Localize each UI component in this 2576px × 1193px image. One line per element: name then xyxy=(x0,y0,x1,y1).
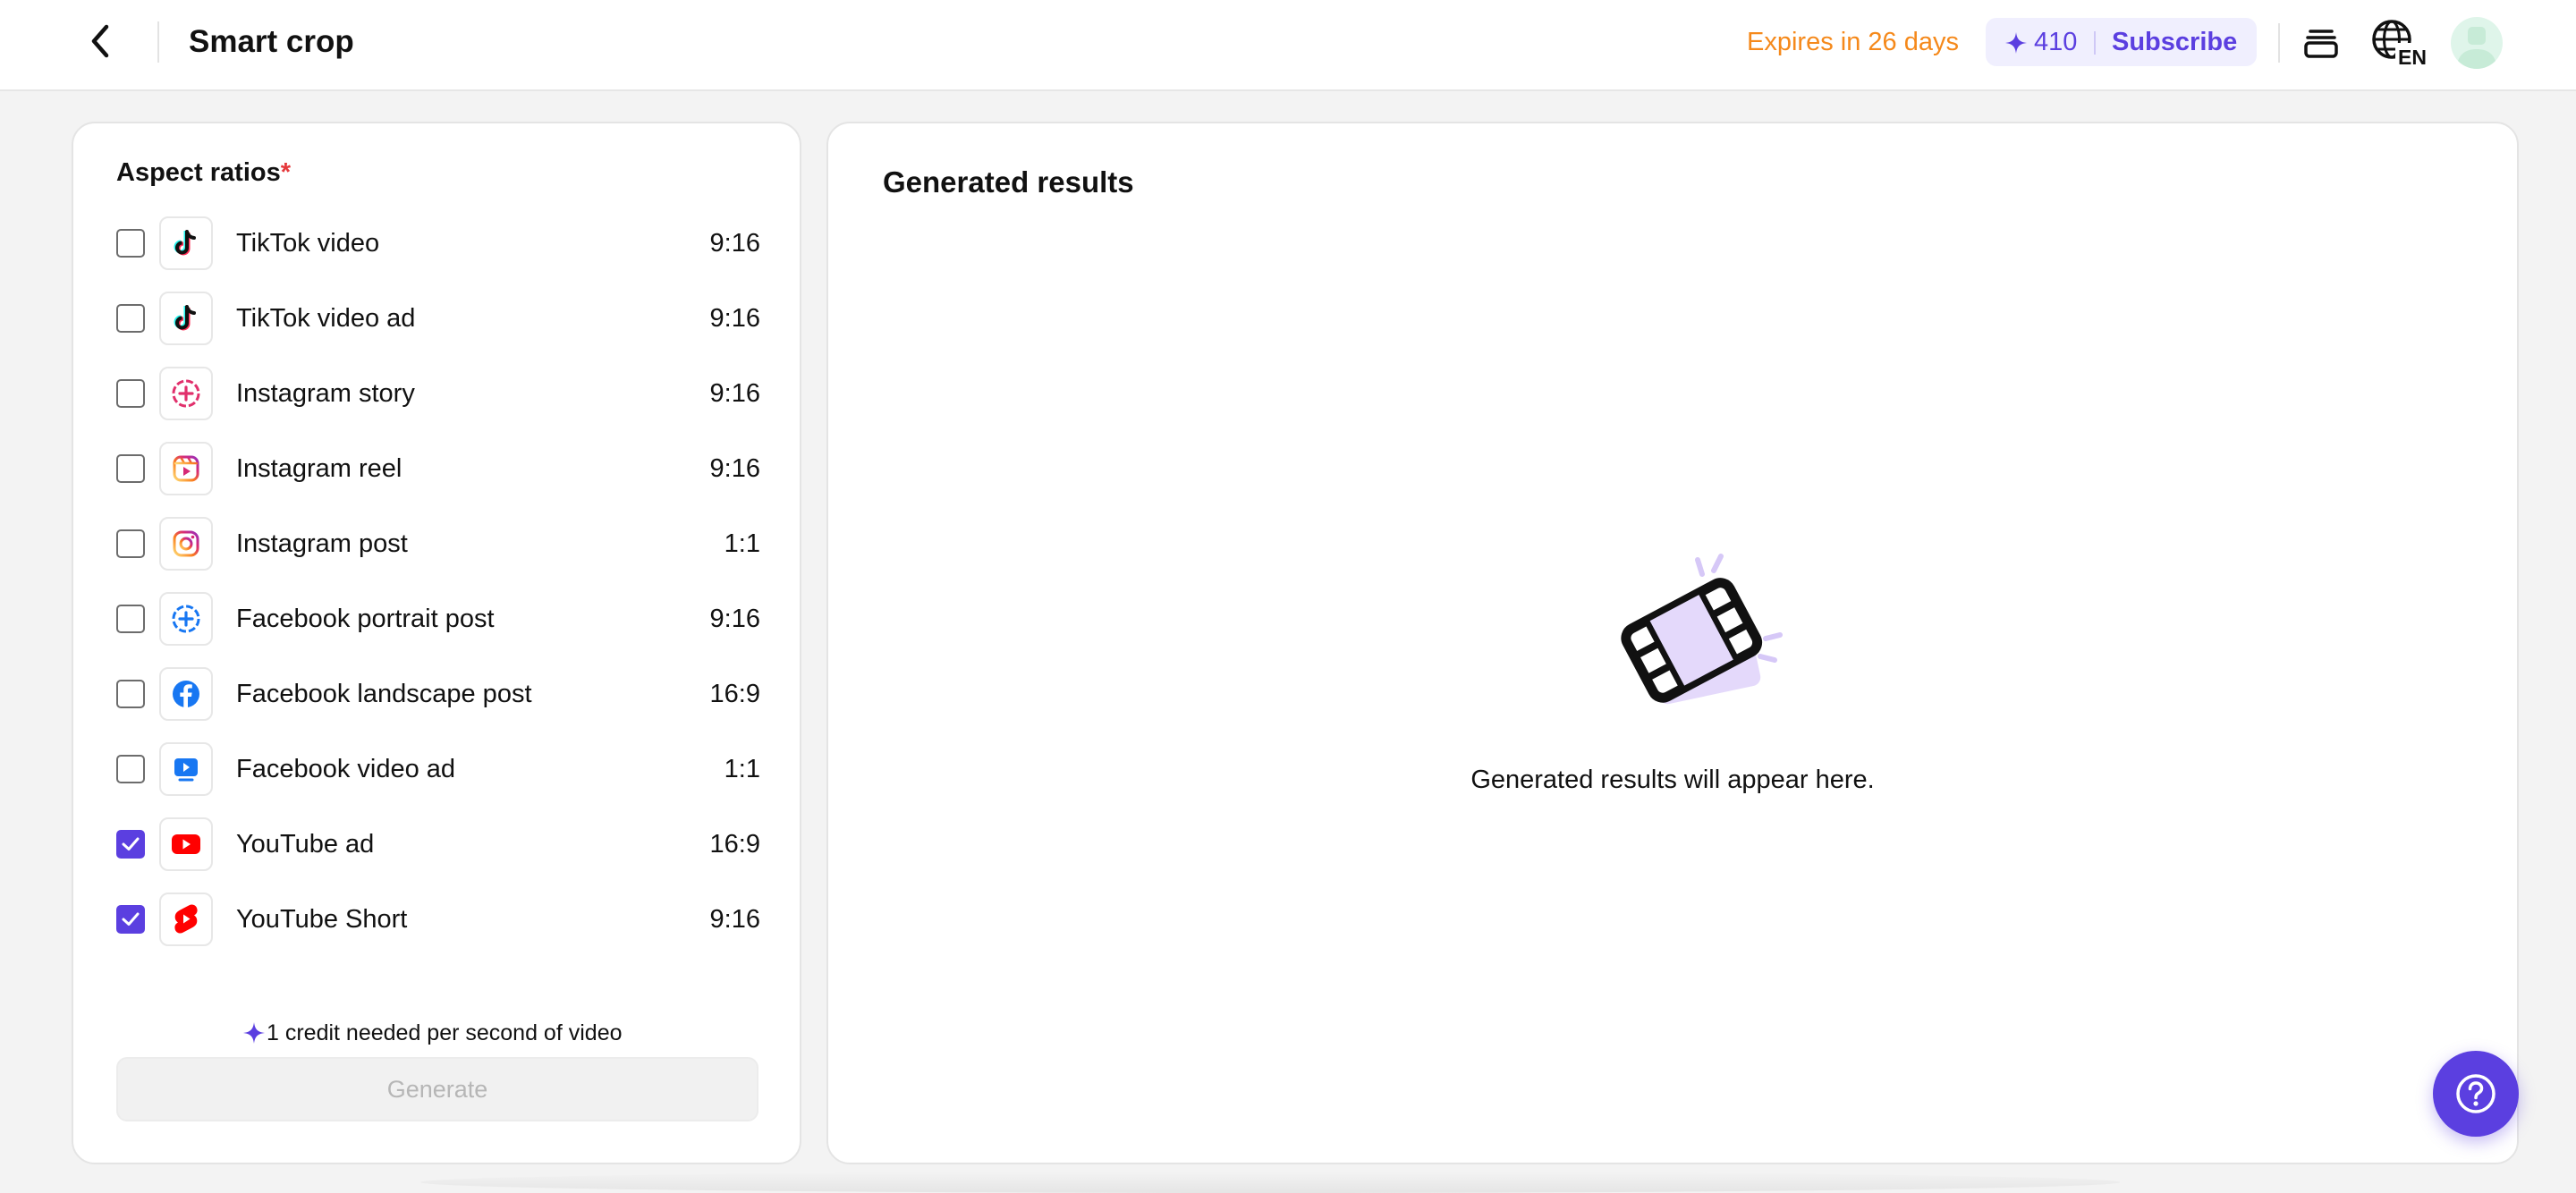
checkbox[interactable] xyxy=(116,229,145,258)
ratio-option-name: YouTube Short xyxy=(236,905,408,934)
ratio-option-name: Facebook portrait post xyxy=(236,605,495,633)
credit-note: 1 credit needed per second of video xyxy=(73,1018,800,1053)
ratio-option-instagram-reel[interactable]: Instagram reel 9:16 xyxy=(116,442,760,495)
bottom-shadow xyxy=(420,1172,2120,1193)
ratio-value: 9:16 xyxy=(709,905,760,934)
tiktok-icon xyxy=(159,292,213,345)
ratio-value: 9:16 xyxy=(709,304,760,333)
top-bar: Smart crop Expires in 26 days 410 Subscr… xyxy=(0,0,2576,91)
ratio-option-name: Instagram post xyxy=(236,529,408,558)
ratio-value: 9:16 xyxy=(709,229,760,258)
film-clip-icon xyxy=(1621,554,1783,705)
ratio-option-youtube-short[interactable]: YouTube Short 9:16 xyxy=(116,893,760,946)
ratio-value: 1:1 xyxy=(724,755,760,783)
ratio-value: 16:9 xyxy=(709,680,760,708)
ratio-option-name: Instagram reel xyxy=(236,454,402,483)
sparkle-icon xyxy=(2005,32,2027,54)
checkbox[interactable] xyxy=(116,755,145,783)
youtube-icon xyxy=(159,817,213,871)
ratio-value: 1:1 xyxy=(724,529,760,558)
chevron-left-icon xyxy=(91,24,109,58)
ratio-option-facebook-landscape-post[interactable]: Facebook landscape post 16:9 xyxy=(116,667,760,721)
instagram-story-icon xyxy=(159,367,213,420)
ratio-option-facebook-portrait-post[interactable]: Facebook portrait post 9:16 xyxy=(116,592,760,646)
ratio-option-instagram-story[interactable]: Instagram story 9:16 xyxy=(116,367,760,420)
tiktok-icon xyxy=(159,216,213,270)
language-code: EN xyxy=(2398,46,2427,68)
required-mark: * xyxy=(280,158,292,187)
ratio-value: 9:16 xyxy=(709,379,760,408)
checkbox[interactable] xyxy=(116,454,145,483)
ratio-option-name: TikTok video xyxy=(236,229,380,258)
back-button[interactable] xyxy=(79,20,122,63)
checkbox[interactable] xyxy=(116,304,145,333)
generate-button[interactable]: Generate xyxy=(116,1057,758,1121)
youtube-shorts-icon xyxy=(159,893,213,946)
pill-divider xyxy=(2094,31,2096,55)
checkbox[interactable] xyxy=(116,605,145,633)
ratio-value: 9:16 xyxy=(709,454,760,483)
help-button[interactable] xyxy=(2433,1051,2519,1137)
header-divider xyxy=(2278,23,2280,63)
credits-pill: 410 Subscribe xyxy=(1986,18,2257,66)
checkbox[interactable] xyxy=(116,905,145,934)
page-title: Smart crop xyxy=(189,24,354,59)
ratio-value: 9:16 xyxy=(709,605,760,633)
header-divider xyxy=(157,21,159,63)
ratio-option-facebook-video-ad[interactable]: Facebook video ad 1:1 xyxy=(116,742,760,796)
avatar[interactable] xyxy=(2451,17,2503,69)
globe-icon: EN xyxy=(2372,20,2429,69)
results-title: Generated results xyxy=(883,165,1134,199)
instagram-icon xyxy=(159,517,213,571)
facebook-video-icon xyxy=(159,742,213,796)
checkbox[interactable] xyxy=(116,379,145,408)
aspect-ratio-panel: Aspect ratios* TikTok video 9:16 TikTok … xyxy=(72,122,801,1164)
ratio-option-name: Facebook video ad xyxy=(236,755,456,783)
empty-state-text: Generated results will appear here. xyxy=(1470,766,1875,794)
ratio-option-instagram-post[interactable]: Instagram post 1:1 xyxy=(116,517,760,571)
ratio-option-name: TikTok video ad xyxy=(236,304,416,333)
credit-note-row: 1 credit needed per second of video xyxy=(243,1020,623,1046)
ratio-option-name: Instagram story xyxy=(236,379,415,408)
facebook-icon xyxy=(159,667,213,721)
facebook-story-icon xyxy=(159,592,213,646)
expiry-notice: Expires in 26 days xyxy=(1747,28,1959,56)
question-icon xyxy=(2456,1074,2496,1113)
sparkle-icon xyxy=(243,1022,265,1044)
check-icon xyxy=(122,837,140,850)
credit-note-text: 1 credit needed per second of video xyxy=(267,1020,623,1045)
checkbox[interactable] xyxy=(116,830,145,859)
layers-icon[interactable] xyxy=(2301,21,2342,63)
aspect-ratios-label: Aspect ratios* xyxy=(116,157,291,188)
subscribe-button[interactable]: Subscribe xyxy=(2112,27,2237,57)
ratio-option-youtube-ad[interactable]: YouTube ad 16:9 xyxy=(116,817,760,871)
ratio-option-name: Facebook landscape post xyxy=(236,680,532,708)
aspect-ratios-text: Aspect ratios xyxy=(116,158,281,187)
ratio-option-tiktok-video[interactable]: TikTok video 9:16 xyxy=(116,216,760,270)
checkbox[interactable] xyxy=(116,529,145,558)
language-switcher[interactable]: EN xyxy=(2370,18,2429,69)
ratio-value: 16:9 xyxy=(709,830,760,859)
credit-count: 410 xyxy=(2034,28,2078,56)
user-icon xyxy=(2456,27,2497,69)
instagram-reel-icon xyxy=(159,442,213,495)
ratio-option-name: YouTube ad xyxy=(236,830,375,859)
ratio-option-tiktok-video-ad[interactable]: TikTok video ad 9:16 xyxy=(116,292,760,345)
results-panel: Generated results Generated results will… xyxy=(826,122,2519,1164)
check-icon xyxy=(122,912,140,926)
checkbox[interactable] xyxy=(116,680,145,708)
